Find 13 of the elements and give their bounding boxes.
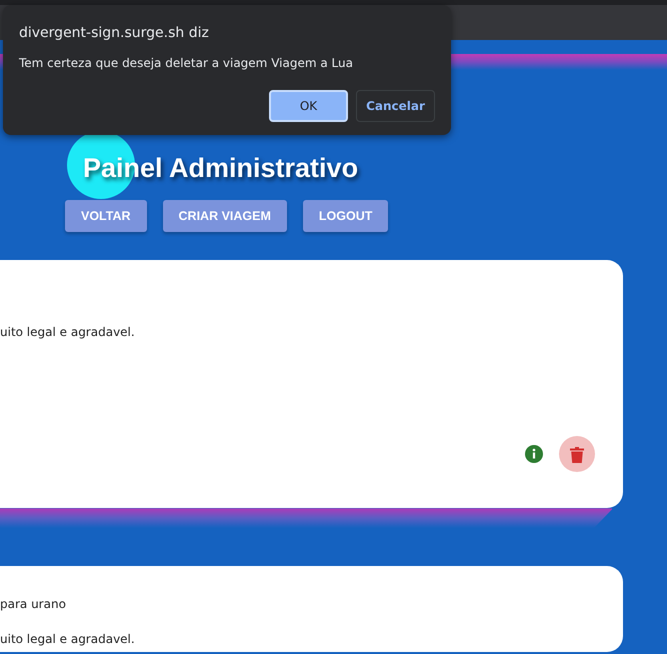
trip-text: para urano [0,596,67,614]
nav-button[interactable]: VOLTAR [65,200,147,232]
trip-text: uito legal e agradavel. [0,631,136,648]
ok-button[interactable]: OK [269,90,348,122]
cancel-button[interactable]: Cancelar [356,90,435,122]
dialog-message: Tem certeza que deseja deletar a viagem Viagem a Lua [19,55,354,72]
nav-button[interactable]: CRIAR VIAGEM [162,200,287,232]
trip-text: uito legal e agradavel. [0,324,136,342]
trash-icon [570,447,584,464]
info-icon[interactable] [525,445,543,464]
delete-button[interactable] [559,436,595,472]
dialog-title: divergent-sign.surge.sh diz [19,24,210,43]
nav-button[interactable]: LOGOUT [302,200,388,232]
